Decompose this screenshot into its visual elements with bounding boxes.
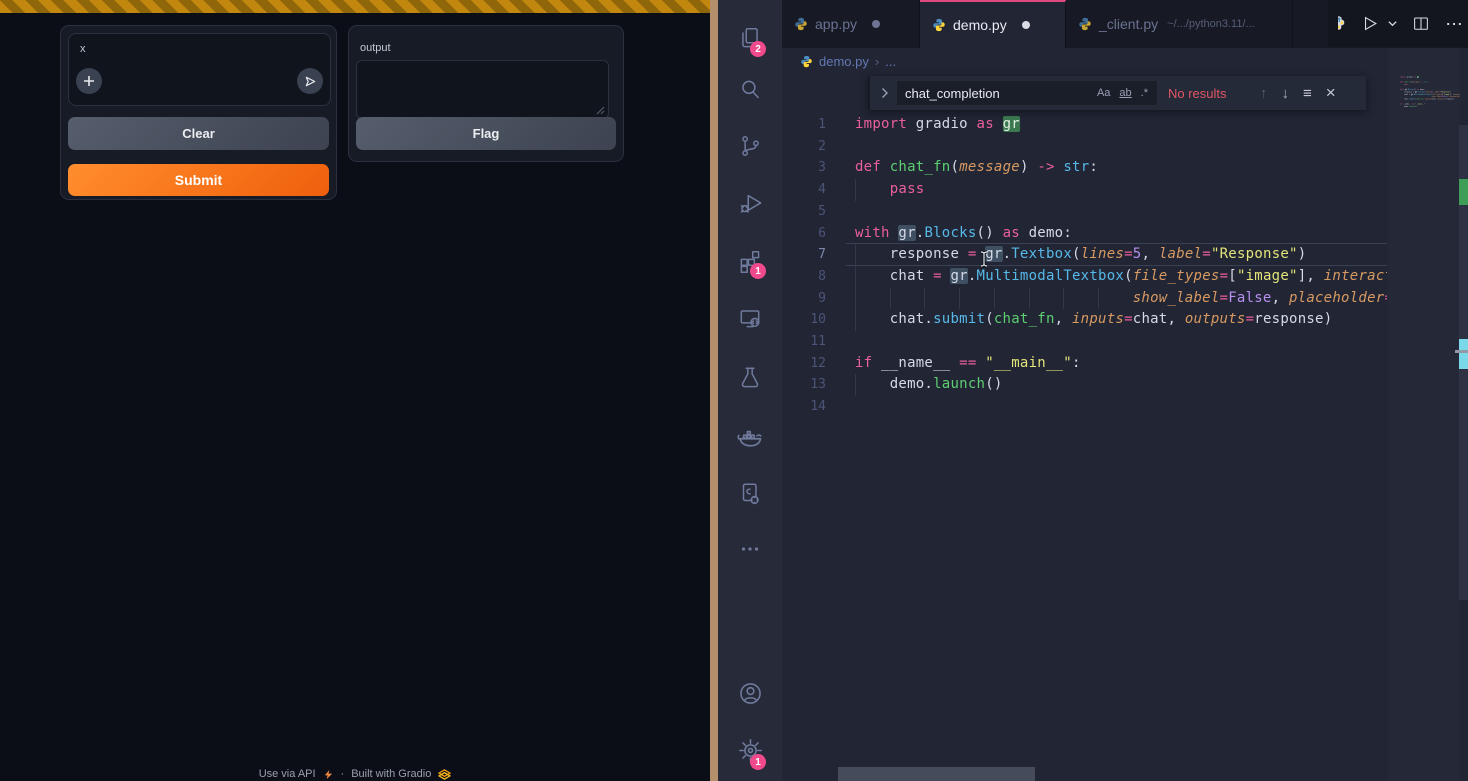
settings-badge: 1 — [750, 754, 766, 770]
footer-separator: · — [341, 768, 345, 780]
more-actions-icon[interactable] — [1444, 14, 1464, 34]
horizontal-scrollbar[interactable] — [838, 767, 1035, 781]
close-icon[interactable]: × — [1326, 83, 1336, 103]
modified-dot-icon[interactable] — [1022, 21, 1030, 29]
upload-button[interactable] — [76, 68, 102, 94]
python-file-icon — [1078, 17, 1092, 31]
docker-icon — [736, 423, 764, 451]
tab-label: demo.py — [953, 17, 1007, 33]
activity-search[interactable] — [718, 65, 782, 113]
activity-more-views[interactable] — [718, 525, 782, 573]
breadcrumb-file[interactable]: demo.py — [819, 54, 869, 69]
python-file-icon — [800, 55, 813, 68]
clipped-python-icon — [1338, 16, 1346, 32]
split-editor-icon[interactable] — [1412, 15, 1430, 33]
python-file-icon — [794, 17, 808, 31]
find-in-selection-icon[interactable]: ≡ — [1303, 85, 1312, 102]
breadcrumb-separator: › — [875, 54, 879, 69]
activity-code-runner[interactable] — [718, 470, 782, 518]
activity-testing[interactable] — [718, 354, 782, 402]
extensions-badge: 1 — [750, 263, 766, 279]
output-label: output — [360, 42, 391, 54]
previous-match-icon[interactable]: ↑ — [1260, 85, 1268, 102]
tab-description: ~/.../python3.11/... — [1167, 18, 1255, 30]
activity-remote-explorer[interactable] — [718, 294, 782, 342]
activity-extensions[interactable]: 1 — [718, 237, 782, 285]
use-via-api-link[interactable]: Use via API — [259, 768, 316, 780]
next-match-icon[interactable]: ↓ — [1282, 85, 1290, 102]
text-cursor-icon — [978, 250, 990, 268]
minimap[interactable]: import gradio as grdef chat_fn(message) … — [1388, 48, 1460, 781]
screen-share-border-edge — [710, 0, 718, 781]
code-content: import gradio as grdef chat_fn(message) … — [782, 114, 1387, 424]
testing-icon — [737, 365, 763, 391]
activity-settings[interactable]: 1 — [718, 726, 782, 774]
modified-dot-icon[interactable] — [872, 20, 880, 28]
code-runner-icon — [737, 481, 763, 507]
search-icon — [737, 76, 763, 102]
activity-files[interactable]: 2 — [718, 15, 782, 63]
activity-account[interactable] — [718, 669, 782, 717]
output-textarea[interactable] — [356, 60, 609, 119]
toggle-replace-icon[interactable] — [879, 87, 890, 99]
account-icon — [737, 680, 764, 707]
gradio-footer: Use via API · Built with Gradio — [0, 768, 710, 780]
more-views-icon — [737, 536, 763, 562]
run-icon[interactable] — [1360, 14, 1379, 33]
source-control-icon — [737, 133, 763, 159]
editor-actions — [1328, 0, 1468, 47]
resize-grip-icon[interactable] — [596, 106, 605, 115]
editor-code-area[interactable]: 1234567891011121314 import gradio as grd… — [782, 74, 1387, 781]
send-button[interactable] — [297, 68, 323, 94]
files-badge: 2 — [750, 41, 766, 57]
find-input[interactable]: chat_completion Aa ab .* — [896, 80, 1158, 106]
overview-mark-highlight — [1459, 339, 1468, 369]
breadcrumb[interactable]: demo.py › ... — [782, 48, 1468, 74]
tab-client-py[interactable]: _client.py ~/.../python3.11/... — [1066, 0, 1293, 48]
built-with-gradio-link[interactable]: Built with Gradio — [351, 768, 431, 780]
plus-icon — [83, 75, 95, 87]
screen-share-border-top — [0, 0, 710, 13]
input-label: x — [80, 43, 86, 55]
regex-icon[interactable]: .* — [1141, 87, 1148, 99]
run-dropdown-icon[interactable] — [1387, 18, 1398, 29]
tab-app-py[interactable]: app.py — [782, 0, 920, 48]
overview-cursor-line — [1455, 350, 1468, 353]
remote-explorer-icon — [737, 305, 763, 331]
find-status: No results — [1168, 86, 1246, 101]
run-debug-icon — [737, 190, 764, 217]
minimap-content: import gradio as grdef chat_fn(message) … — [1388, 48, 1460, 781]
activity-run-debug[interactable] — [718, 179, 782, 227]
tab-label: app.py — [815, 16, 857, 32]
python-file-icon — [932, 18, 946, 32]
flag-button[interactable]: Flag — [356, 117, 616, 150]
activity-docker[interactable] — [718, 413, 782, 461]
submit-button[interactable]: Submit — [68, 164, 329, 196]
match-case-icon[interactable]: Aa — [1097, 87, 1110, 99]
send-icon — [304, 75, 317, 88]
whole-word-icon[interactable]: ab — [1119, 87, 1131, 99]
multimodal-textbox[interactable]: x — [68, 33, 331, 106]
clear-button[interactable]: Clear — [68, 117, 329, 150]
find-query[interactable]: chat_completion — [897, 86, 1097, 101]
gradio-logo-icon — [438, 769, 451, 780]
tab-label: _client.py — [1099, 16, 1158, 32]
breadcrumb-more[interactable]: ... — [885, 54, 896, 69]
api-bolt-icon — [323, 769, 334, 780]
activity-source-control[interactable] — [718, 122, 782, 170]
overview-mark-selection — [1459, 179, 1468, 205]
tab-demo-py[interactable]: demo.py — [920, 0, 1066, 48]
find-widget: chat_completion Aa ab .* No results ↑ ↓ … — [868, 76, 1366, 110]
